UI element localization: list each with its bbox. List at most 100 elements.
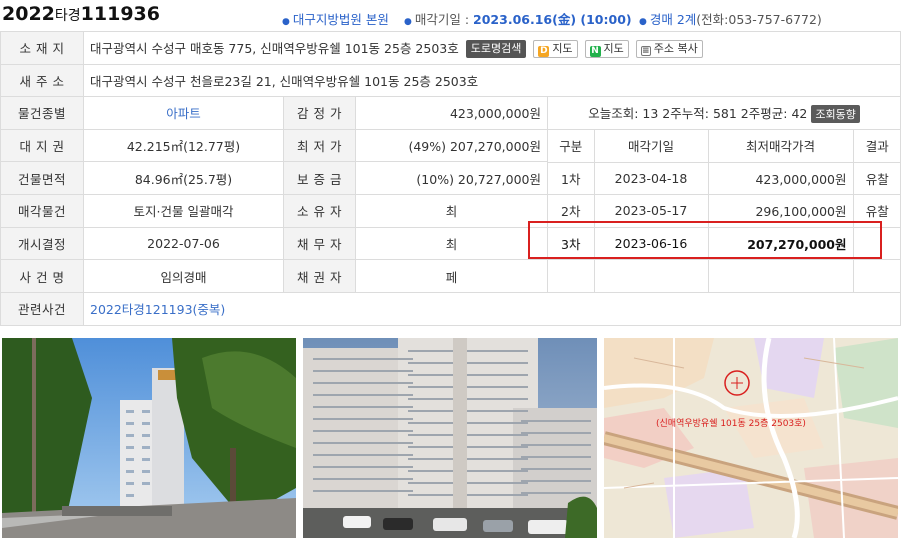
history-date: 2023-04-18 [594,162,709,195]
map-location-label: (신매역우방유쉘 101동 25층 2503호) [656,418,806,429]
case-name-value: 임의경매 [83,259,284,293]
history-date: 2023-05-17 [594,194,709,228]
case-kind: 타경 [54,8,81,24]
deposit-value: (10%) 20,727,000원 [355,161,548,195]
case-year: 2022 [2,3,55,25]
min-price-label: 최 저 가 [283,128,356,163]
building-photo[interactable] [303,338,597,538]
auction-history: 구분 매각기일 최저매각가격 결과 1차 2023-04-18 423,000,… [546,128,901,293]
min-price-value: (49%) 207,270,000원 [355,128,548,163]
view-stats: 오늘조회: 13 2주누적: 581 2주평균: 42 조회동향 [546,96,901,130]
naver-map-label: 지도 [603,42,624,55]
appraisal-value: 423,000,000원 [355,96,548,130]
daum-map-button[interactable]: D 지도 [533,40,578,58]
creditor-value: 페 [355,259,548,293]
related-row: 관련사건 2022타경121193(중복) [0,292,901,326]
daum-map-icon: D [538,46,550,57]
auction-history-table: 구분 매각기일 최저매각가격 결과 1차 2023-04-18 423,000,… [548,129,900,292]
building-label: 건물면적 [0,161,84,195]
history-price: 423,000,000원 [708,162,854,195]
address-label: 소 재 지 [0,31,84,65]
history-result [853,227,900,260]
history-header-result: 결과 [853,129,900,163]
location-map[interactable]: (신매역우방유쉘 101동 25층 2503호) [604,338,898,538]
case-name-label: 사 건 명 [0,259,84,293]
history-round: 1차 [548,162,595,195]
division-info: ● 경매 2계(전화:053-757-6772) [639,9,822,28]
two-week-avg-value: 42 [791,105,808,121]
table-row-empty [548,259,900,292]
copy-address-label: 주소 복사 [653,42,698,55]
type-cell: 아파트 [83,96,284,130]
sale-date-label: 매각기일 : [414,12,470,27]
view-trend-button[interactable]: 조회동향 [811,105,860,123]
today-views-value: 13 [642,105,659,121]
naver-map-icon: N [589,46,601,57]
address-cell: 대구광역시 수성구 매호동 775, 신매역우방유쉘 101동 25층 2503… [82,31,901,65]
history-price: 207,270,000원 [708,227,854,260]
owner-label: 소 유 자 [283,193,356,228]
bullet-icon: ● [404,17,412,27]
start-value: 2022-07-06 [83,226,284,261]
empty-cell [548,259,595,292]
road-search-button[interactable]: 도로명검색 [465,40,527,58]
history-result: 유찰 [853,194,900,228]
history-result: 유찰 [853,162,900,195]
history-price: 296,100,000원 [708,194,854,228]
new-address-row: 새 주 소 대구광역시 수성구 천을로23길 21, 신매역우방유쉘 101동 … [0,63,901,97]
land-row: 대 지 권 42.215㎡(12.77평) 최 저 가 (49%) 207,27… [0,128,901,293]
address-value: 대구광역시 수성구 매호동 775, 신매역우방유쉘 101동 25층 2503… [90,40,459,56]
owner-value: 최 [355,193,548,228]
today-views-label: 오늘조회: [588,105,639,121]
sale-date-info: ● 매각기일 : 2023.06.16(金) (10:00) [404,9,632,28]
land-value: 42.215㎡(12.77평) [83,128,284,163]
two-week-label: 2주누적: [662,105,709,121]
history-header-price: 최저매각가격 [708,129,854,163]
copy-address-button[interactable]: ≡ 주소 복사 [635,40,703,58]
creditor-label: 채 권 자 [283,259,356,293]
sale-object-value: 토지·건물 일괄매각 [83,193,284,228]
related-label: 관련사건 [0,292,84,326]
two-week-avg-label: 2주평균: [740,105,788,121]
new-address-label: 새 주 소 [0,63,84,97]
type-value-link[interactable]: 아파트 [166,106,201,121]
street-photo[interactable] [2,338,296,538]
table-row: 2차 2023-05-17 296,100,000원 유찰 [548,194,900,228]
two-week-value: 581 [712,105,737,121]
related-cell: 2022타경121193(중복) [82,292,901,326]
new-address-value: 대구광역시 수성구 천을로23길 21, 신매역우방유쉘 101동 25층 25… [82,63,901,97]
history-header-date: 매각기일 [594,129,709,163]
case-header: 2022타경111936 ● 대구지방법원 본원 ● 매각기일 : 2023.06.… [0,0,901,32]
location-map-image: (신매역우방유쉘 101동 25층 2503호) [604,338,898,538]
division-phone: (전화:053-757-6772) [696,12,822,27]
building-photo-image [303,338,597,538]
sale-date: 2023.06.16(金) (10:00) [473,12,632,27]
debtor-value: 최 [355,226,548,261]
history-round: 2차 [548,194,595,228]
case-number: 2022타경111936 [2,3,160,25]
case-serial: 111936 [80,3,160,25]
daum-map-label: 지도 [552,42,573,55]
copy-icon: ≡ [640,46,651,56]
empty-cell [594,259,709,292]
court-info: ● 대구지방법원 본원 [282,9,389,28]
property-info-table: 소 재 지 대구광역시 수성구 매호동 775, 신매역우방유쉘 101동 25… [0,31,901,326]
sale-object-label: 매각물건 [0,193,84,228]
history-date: 2023-06-16 [594,227,709,260]
naver-map-button[interactable]: N 지도 [584,40,629,58]
division-name: 경매 2계 [649,12,697,27]
bullet-icon: ● [639,17,647,27]
history-round: 3차 [548,227,595,260]
related-case-link[interactable]: 2022타경121193(중복) [90,302,225,317]
start-label: 개시결정 [0,226,84,261]
address-row: 소 재 지 대구광역시 수성구 매호동 775, 신매역우방유쉘 101동 25… [0,31,901,65]
history-header-round: 구분 [548,129,595,163]
deposit-label: 보 증 금 [283,161,356,195]
type-row: 물건종별 아파트 감 정 가 423,000,000원 오늘조회: 13 2주누… [0,96,901,130]
history-header-row: 구분 매각기일 최저매각가격 결과 [548,129,900,163]
empty-cell [853,260,900,292]
type-label: 물건종별 [0,96,84,130]
debtor-label: 채 무 자 [283,226,356,261]
empty-cell [708,259,854,292]
land-label: 대 지 권 [0,128,84,163]
